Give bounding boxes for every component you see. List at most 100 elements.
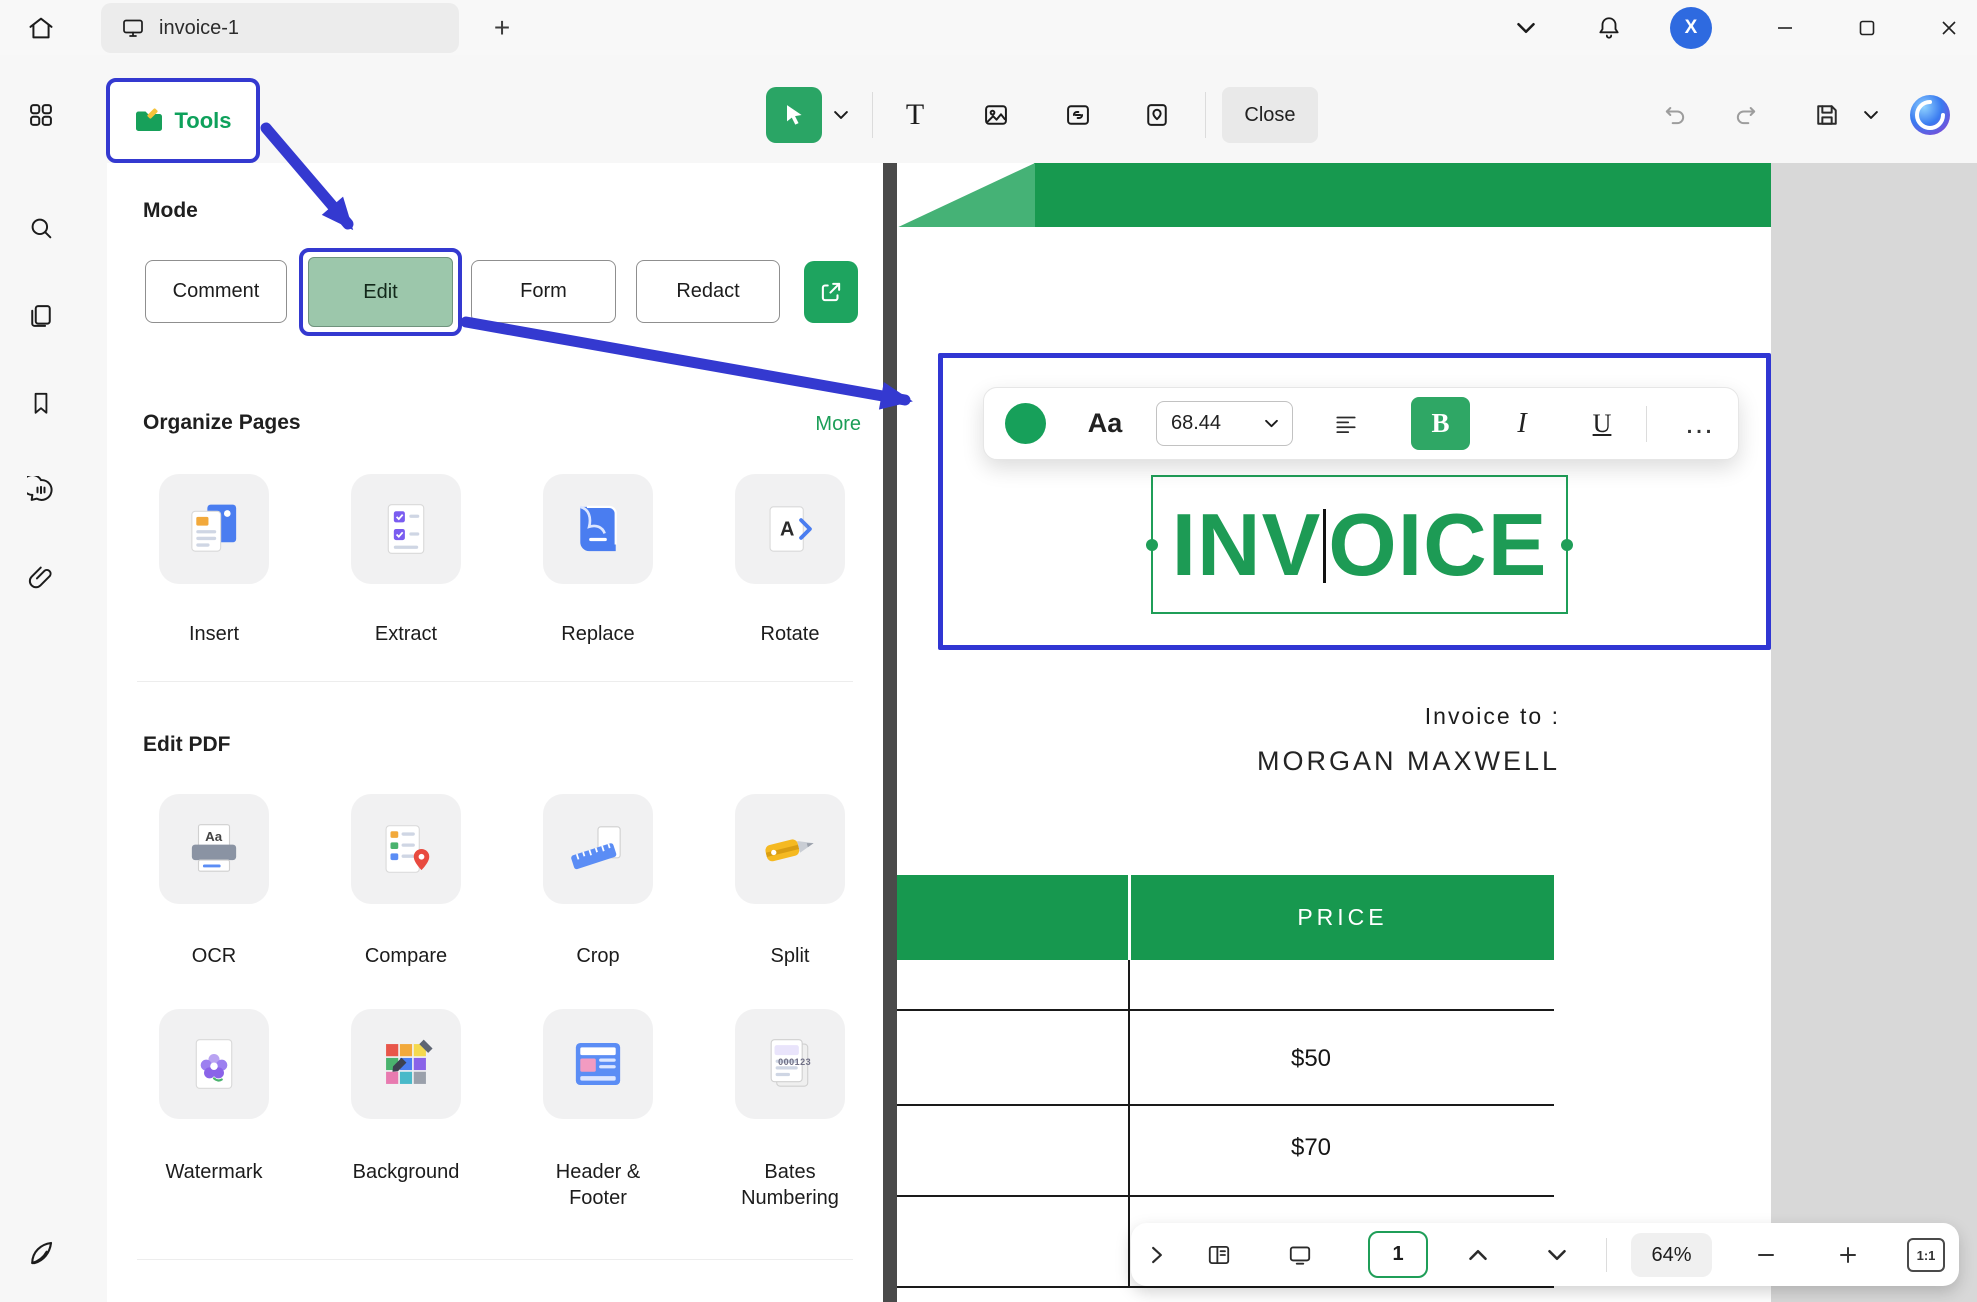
background-tool[interactable] <box>351 1009 461 1119</box>
page-mark-tool-button[interactable] <box>1132 87 1182 143</box>
crop-tool[interactable] <box>543 794 653 904</box>
underline-button[interactable]: U <box>1576 388 1628 459</box>
mode-comment-button[interactable]: Comment <box>145 260 287 323</box>
table-row-line <box>897 1195 1554 1197</box>
font-size-value: 68.44 <box>1171 412 1221 435</box>
ai-assistant-button[interactable] <box>1908 93 1952 137</box>
align-button[interactable] <box>1320 388 1372 459</box>
maximize-button[interactable] <box>1846 8 1888 48</box>
sidebar-comments-button[interactable] <box>18 467 64 513</box>
background-label: Background <box>331 1159 481 1185</box>
table-column-line <box>1128 960 1130 1286</box>
expand-panel-button[interactable] <box>1137 1223 1177 1286</box>
titlebar: invoice-1 + X <box>0 0 1977 55</box>
text-tool-button[interactable]: T <box>890 87 940 143</box>
font-style-button[interactable]: Aa <box>1080 388 1130 459</box>
sidebar-bookmarks-button[interactable] <box>18 380 64 426</box>
toolbar-divider <box>872 92 873 138</box>
font-size-select[interactable]: 68.44 <box>1156 401 1293 446</box>
ocr-sample-text: Aa <box>205 829 223 844</box>
tools-button[interactable]: Tools <box>106 78 260 163</box>
textbox-right-handle[interactable] <box>1561 539 1573 551</box>
font-color-button[interactable] <box>1005 403 1046 444</box>
logo-leaf-icon <box>26 1238 56 1268</box>
table-header-row: PRICE <box>897 875 1554 960</box>
home-button[interactable] <box>18 5 64 51</box>
invoice-title-textbox[interactable]: INVOICE <box>1151 475 1568 614</box>
new-tab-button[interactable]: + <box>484 10 520 46</box>
watermark-tool[interactable] <box>159 1009 269 1119</box>
replace-label: Replace <box>523 621 673 647</box>
monitor-icon <box>1286 1242 1314 1268</box>
align-left-icon <box>1332 411 1360 437</box>
image-tool-button[interactable] <box>971 87 1021 143</box>
rotate-letter: A <box>780 519 794 541</box>
bold-button[interactable]: B <box>1411 397 1470 450</box>
document-tab[interactable]: invoice-1 <box>101 3 459 53</box>
extract-tool[interactable] <box>351 474 461 584</box>
compare-label: Compare <box>331 943 481 969</box>
notifications-button[interactable] <box>1588 8 1630 48</box>
link-tool-button[interactable] <box>1053 87 1103 143</box>
next-page-button[interactable] <box>1533 1223 1581 1286</box>
actual-size-button[interactable]: 1:1 <box>1907 1238 1945 1272</box>
sidebar-pages-button[interactable] <box>18 293 64 339</box>
client-name: MORGAN MAXWELL <box>1150 746 1560 777</box>
tools-panel: Mode Comment Edit Form Redact Organize P… <box>107 163 883 1302</box>
bates-numbering-tool[interactable]: 000123 <box>735 1009 845 1119</box>
previous-page-button[interactable] <box>1454 1223 1502 1286</box>
insert-tool[interactable] <box>159 474 269 584</box>
close-mode-button[interactable]: Close <box>1222 87 1318 143</box>
sidebar-attachments-button[interactable] <box>18 556 64 602</box>
mode-edit-button[interactable]: Edit <box>308 257 453 327</box>
save-dropdown[interactable] <box>1858 100 1884 130</box>
select-tool-button[interactable] <box>766 87 822 143</box>
mode-form-button[interactable]: Form <box>471 260 616 323</box>
plus-icon <box>1838 1245 1858 1265</box>
undo-button[interactable] <box>1652 92 1698 138</box>
invoice-title-left: INV <box>1172 495 1322 594</box>
compare-icon <box>375 818 437 880</box>
zoom-out-button[interactable] <box>1742 1223 1790 1286</box>
rotate-tool[interactable]: A <box>735 474 845 584</box>
replace-tool[interactable] <box>543 474 653 584</box>
split-label: Split <box>715 943 865 969</box>
table-row-line <box>897 1286 1554 1288</box>
minimize-button[interactable] <box>1764 8 1806 48</box>
organize-more-link[interactable]: More <box>815 413 861 436</box>
app-logo-icon[interactable] <box>18 1230 64 1276</box>
format-toolbar-divider <box>1646 406 1647 442</box>
sidebar-apps-button[interactable] <box>18 92 64 138</box>
monitor-icon <box>121 16 145 40</box>
ocr-tool[interactable]: Aa <box>159 794 269 904</box>
zoom-in-button[interactable] <box>1824 1223 1872 1286</box>
screen-view-button[interactable] <box>1276 1223 1324 1286</box>
split-tool[interactable] <box>735 794 845 904</box>
italic-button[interactable]: I <box>1496 388 1548 459</box>
save-button[interactable] <box>1804 92 1850 138</box>
more-format-options-button[interactable]: … <box>1670 388 1730 459</box>
page-number-input[interactable]: 1 <box>1368 1231 1428 1278</box>
paperclip-icon <box>27 565 55 593</box>
minus-icon <box>1756 1245 1776 1265</box>
redo-button[interactable] <box>1723 92 1769 138</box>
compare-tool[interactable] <box>351 794 461 904</box>
app-window: invoice-1 + X <box>0 0 1977 1302</box>
open-in-new-window-button[interactable] <box>804 261 858 323</box>
select-tool-dropdown[interactable] <box>828 100 854 130</box>
bates-sample-number: 000123 <box>778 1057 811 1067</box>
sidebar-search-button[interactable] <box>18 205 64 251</box>
panel-scrollbar[interactable] <box>883 163 897 1302</box>
bates-numbering-label: Bates Numbering <box>725 1159 855 1211</box>
section-divider <box>137 1259 853 1260</box>
close-window-button[interactable] <box>1928 8 1970 48</box>
zoom-level-select[interactable]: 64% <box>1631 1233 1712 1277</box>
thumbnail-view-button[interactable] <box>1195 1223 1243 1286</box>
header-footer-tool[interactable] <box>543 1009 653 1119</box>
textbox-left-handle[interactable] <box>1146 539 1158 551</box>
mode-redact-button[interactable]: Redact <box>636 260 780 323</box>
tab-list-button[interactable] <box>1505 8 1547 48</box>
watermark-icon <box>183 1033 245 1095</box>
invoice-to-label: Invoice to : <box>1150 703 1560 730</box>
user-avatar[interactable]: X <box>1670 7 1712 49</box>
